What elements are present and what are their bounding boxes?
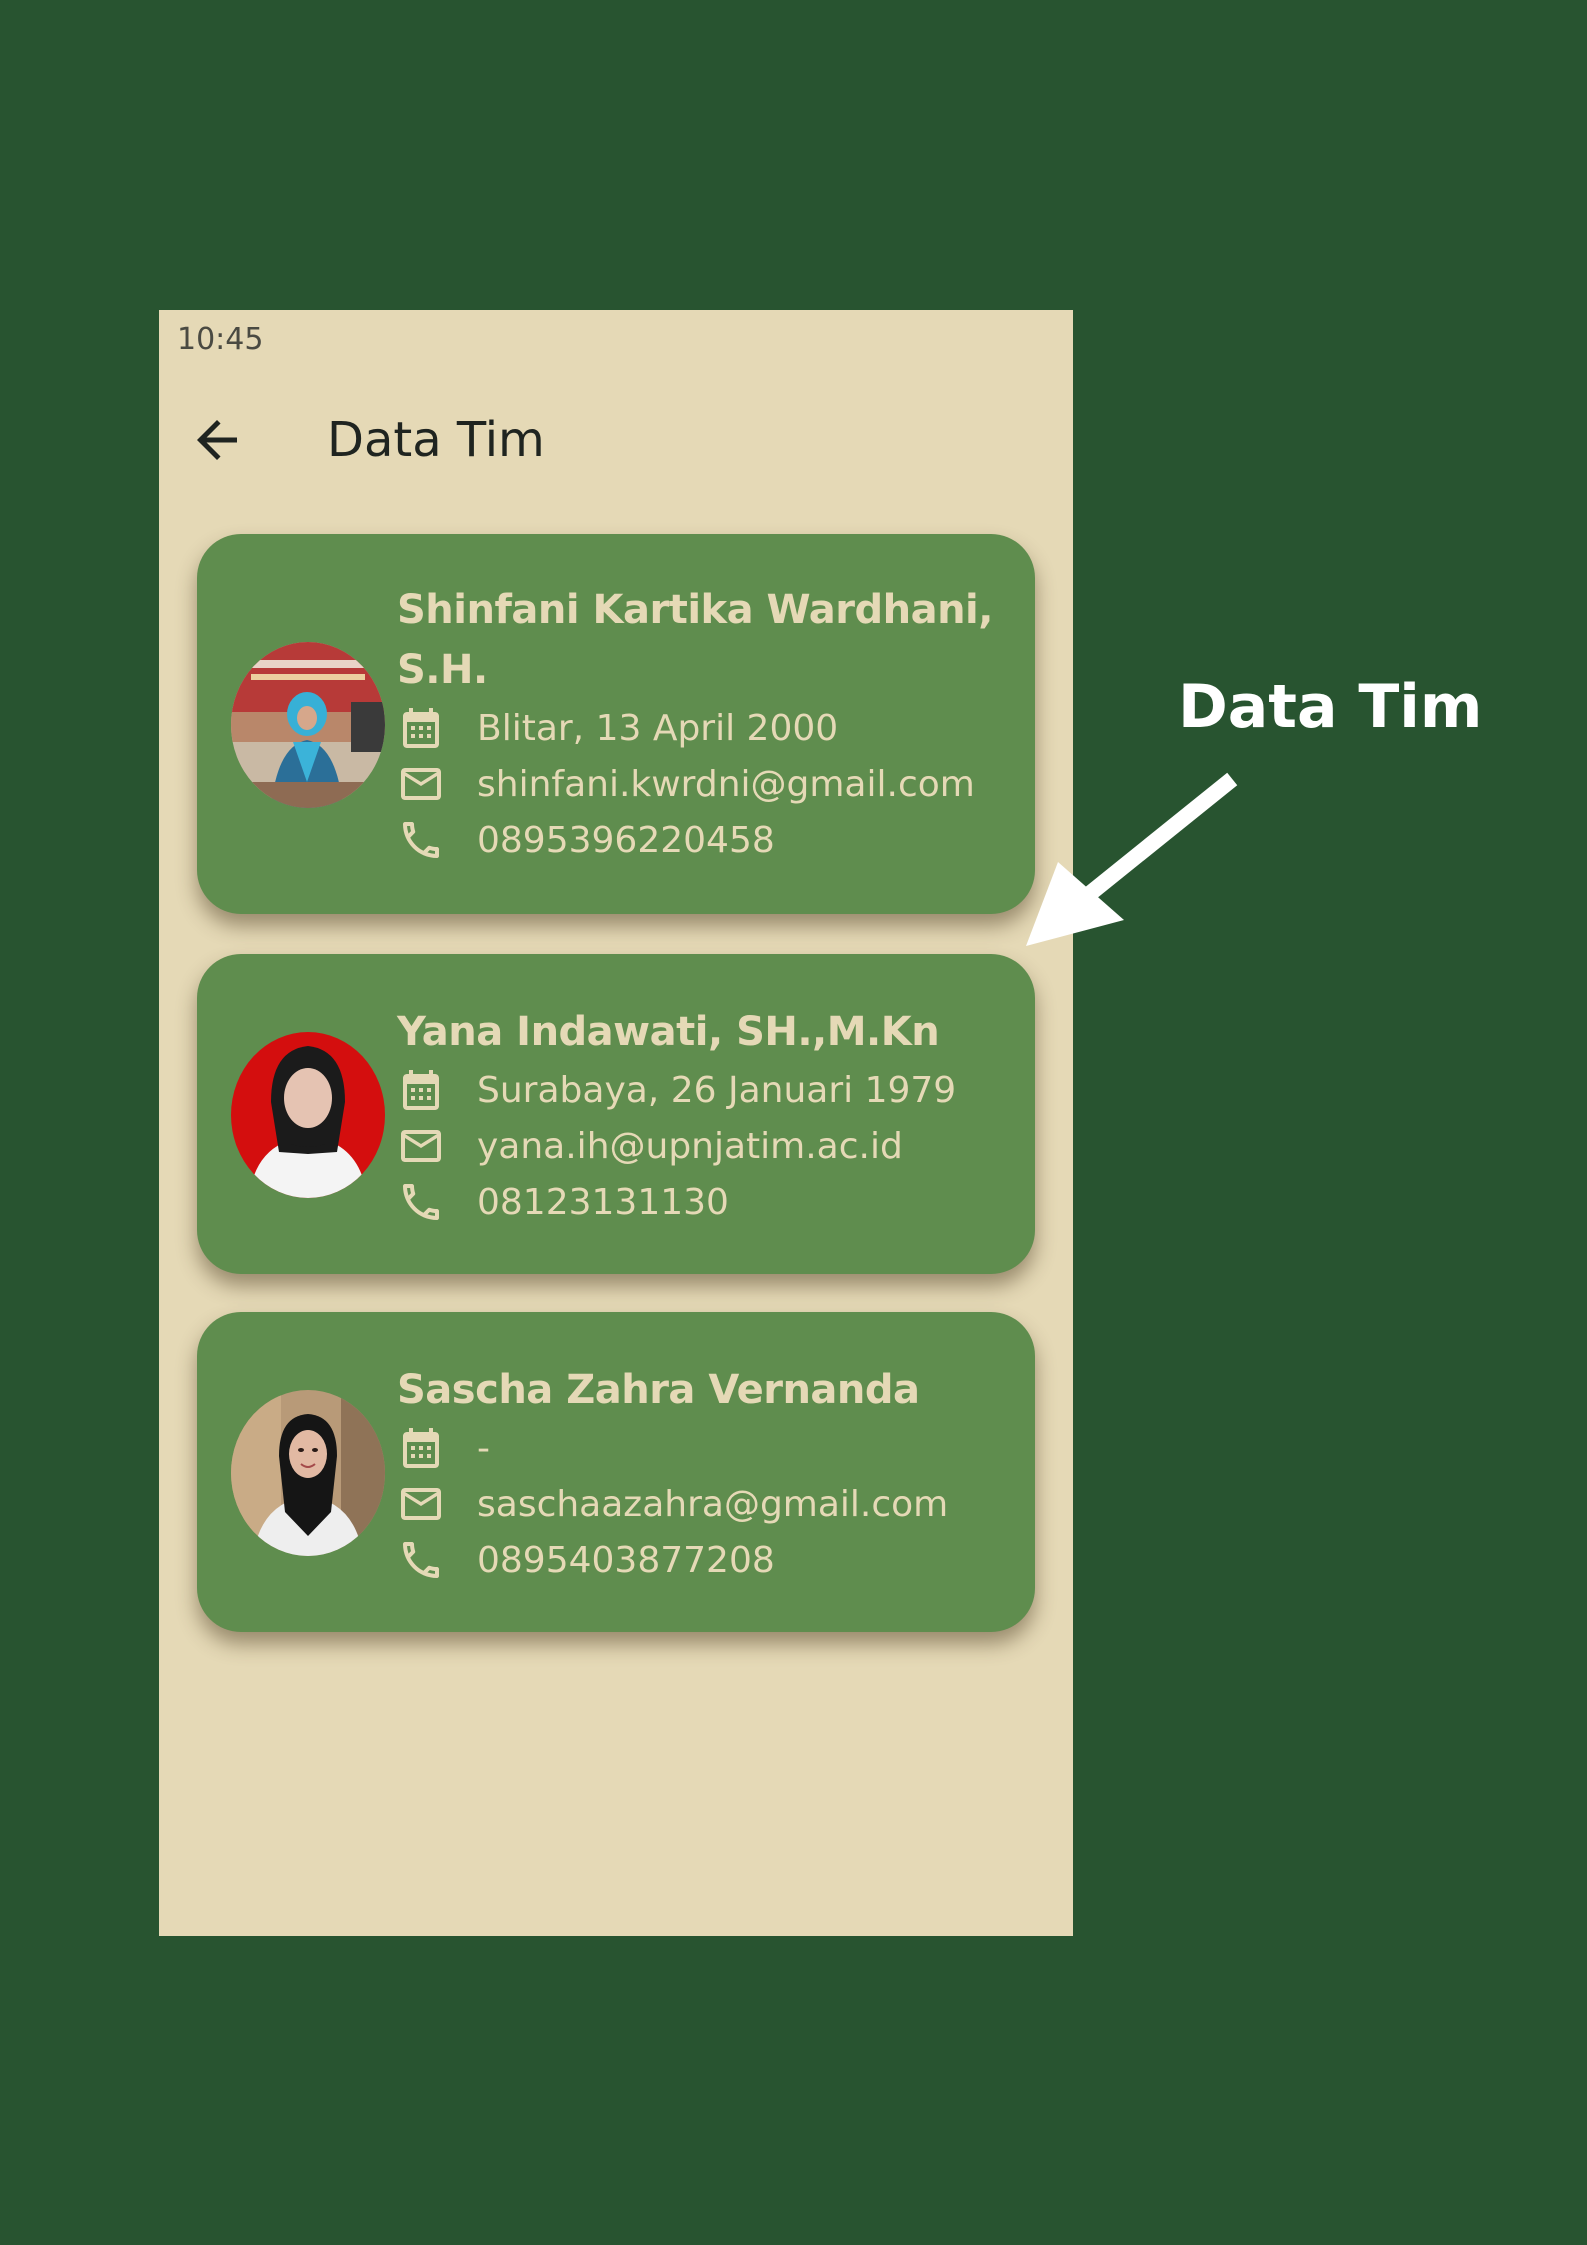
member-phone[interactable]: 08123131130: [477, 1182, 729, 1223]
member-name: Shinfani Kartika Wardhani, S.H.: [397, 587, 993, 693]
member-info: Yana Indawati, SH.,M.Kn Surabaya, 26 Jan…: [397, 1002, 995, 1230]
member-phone[interactable]: 0895396220458: [477, 820, 775, 861]
member-birth: Blitar, 13 April 2000: [477, 707, 839, 749]
email-row: shinfani.kwrdni@gmail.com: [397, 756, 995, 812]
member-email[interactable]: yana.ih@upnjatim.ac.id: [477, 1126, 903, 1167]
birth-row: Surabaya, 26 Januari 1979: [397, 1062, 995, 1118]
phone-icon: [397, 1532, 453, 1588]
avatar-photo: [231, 642, 385, 808]
member-name: Yana Indawati, SH.,M.Kn: [397, 1009, 940, 1055]
phone-row: 0895396220458: [397, 812, 995, 868]
member-info: Sascha Zahra Vernanda - saschaazahra@gma…: [397, 1360, 995, 1588]
avatar: [231, 1032, 385, 1198]
mail-icon: [397, 1118, 453, 1174]
annotation-arrow-icon: [1026, 772, 1238, 946]
email-row: yana.ih@upnjatim.ac.id: [397, 1118, 995, 1174]
page-title: Data Tim: [327, 412, 545, 468]
app-bar: Data Tim: [159, 390, 1073, 490]
phone-icon: [397, 812, 453, 868]
member-email[interactable]: saschaazahra@gmail.com: [477, 1484, 948, 1525]
birth-row: Blitar, 13 April 2000: [397, 700, 995, 756]
member-name: Sascha Zahra Vernanda: [397, 1367, 920, 1413]
mail-icon: [397, 1476, 453, 1532]
avatar-photo: [231, 1390, 385, 1556]
team-card[interactable]: Sascha Zahra Vernanda - saschaazahra@gma…: [197, 1312, 1035, 1632]
member-info: Shinfani Kartika Wardhani, S.H. Blitar, …: [397, 580, 995, 868]
status-time: 10:45: [177, 322, 264, 357]
avatar: [231, 642, 385, 808]
member-email[interactable]: shinfani.kwrdni@gmail.com: [477, 764, 975, 805]
arrow-left-icon: [197, 420, 237, 460]
annotation-label: Data Tim: [1178, 672, 1483, 742]
member-phone[interactable]: 0895403877208: [477, 1540, 775, 1581]
member-birth: Surabaya, 26 Januari 1979: [477, 1069, 957, 1111]
back-button[interactable]: [187, 410, 247, 470]
phone-row: 08123131130: [397, 1174, 995, 1230]
phone-row: 0895403877208: [397, 1532, 995, 1588]
avatar: [231, 1390, 385, 1556]
phone-screen: 10:45 Data Tim Shinfani Kartika Wardhani…: [159, 310, 1073, 1936]
team-card[interactable]: Shinfani Kartika Wardhani, S.H. Blitar, …: [197, 534, 1035, 914]
team-card[interactable]: Yana Indawati, SH.,M.Kn Surabaya, 26 Jan…: [197, 954, 1035, 1274]
mail-icon: [397, 756, 453, 812]
birth-row: -: [397, 1420, 995, 1476]
email-row: saschaazahra@gmail.com: [397, 1476, 995, 1532]
phone-icon: [397, 1174, 453, 1230]
calendar-icon: [397, 700, 453, 756]
calendar-icon: [397, 1062, 453, 1118]
member-birth: -: [477, 1427, 490, 1469]
avatar-photo: [231, 1032, 385, 1198]
calendar-icon: [397, 1420, 453, 1476]
